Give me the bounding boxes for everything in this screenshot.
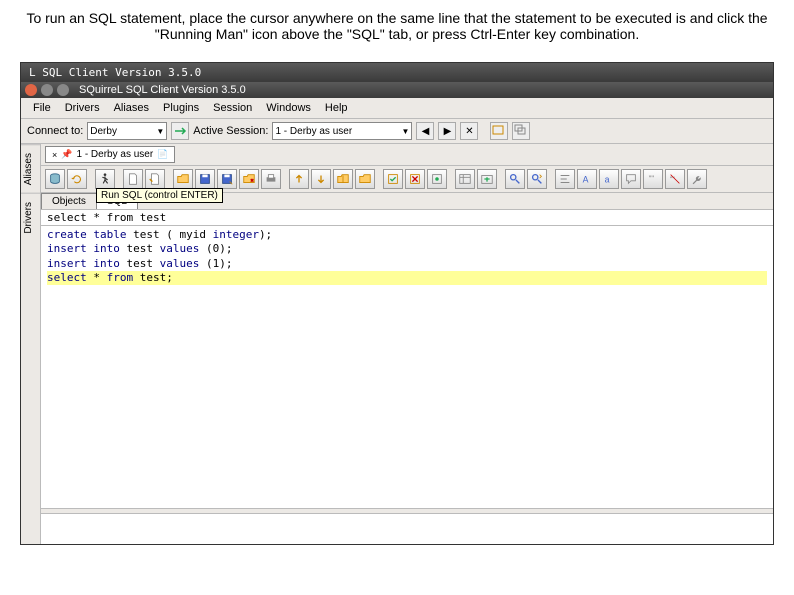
main-area: Aliases Drivers × 📌 1 - Derby as user 📄 … bbox=[21, 144, 773, 544]
bookmark-open-button[interactable] bbox=[355, 169, 375, 189]
doc-icon: 📄 bbox=[157, 149, 168, 160]
run-sql-button[interactable]: Run SQL (control ENTER) bbox=[95, 169, 115, 189]
chevron-down-icon: ▼ bbox=[402, 127, 410, 136]
code-line: insert into test values (1); bbox=[47, 257, 767, 271]
menu-bar: File Drivers Aliases Plugins Session Win… bbox=[21, 98, 773, 119]
app-window: L SQL Client Version 3.5.0 SQuirreL SQL … bbox=[20, 62, 774, 545]
lowercase-button[interactable]: a bbox=[599, 169, 619, 189]
doc-pin-icon[interactable]: 📌 bbox=[61, 149, 72, 160]
connect-value: Derby bbox=[90, 126, 117, 137]
print-button[interactable] bbox=[261, 169, 281, 189]
cascade-button[interactable] bbox=[512, 122, 530, 140]
window-title: SQuirreL SQL Client Version 3.5.0 bbox=[79, 84, 246, 96]
autocommit-button[interactable] bbox=[427, 169, 447, 189]
svg-text:a: a bbox=[605, 175, 610, 185]
sql-editor[interactable]: create table test ( myid integer); inser… bbox=[41, 226, 773, 508]
code-line-highlighted: select * from test; bbox=[47, 271, 767, 285]
connect-button[interactable] bbox=[171, 122, 189, 140]
format-button[interactable] bbox=[555, 169, 575, 189]
refresh-button[interactable] bbox=[67, 169, 87, 189]
menu-windows[interactable]: Windows bbox=[260, 100, 317, 116]
results-pane bbox=[41, 514, 773, 544]
svg-text:"": "" bbox=[670, 177, 675, 184]
menu-aliases[interactable]: Aliases bbox=[108, 100, 155, 116]
catalog-button[interactable] bbox=[45, 169, 65, 189]
new-file-button[interactable] bbox=[123, 169, 143, 189]
rollback-button[interactable] bbox=[405, 169, 425, 189]
comment-button[interactable] bbox=[621, 169, 641, 189]
run-sql-tooltip: Run SQL (control ENTER) bbox=[96, 188, 223, 203]
main-toolbar: Connect to: Derby ▼ Active Session: 1 - … bbox=[21, 119, 773, 144]
doc-tab[interactable]: × 📌 1 - Derby as user 📄 bbox=[45, 146, 175, 163]
minimize-icon[interactable] bbox=[41, 84, 53, 96]
menu-session[interactable]: Session bbox=[207, 100, 258, 116]
chevron-down-icon: ▼ bbox=[156, 127, 164, 136]
instruction-text: To run an SQL statement, place the curso… bbox=[0, 0, 794, 52]
close-icon[interactable]: × bbox=[52, 150, 57, 160]
doc-tab-bar: × 📌 1 - Derby as user 📄 bbox=[41, 144, 773, 166]
content-area: × 📌 1 - Derby as user 📄 Run SQL (control… bbox=[41, 144, 773, 544]
connect-combo[interactable]: Derby ▼ bbox=[87, 122, 167, 140]
prev-sql-button[interactable] bbox=[289, 169, 309, 189]
session-close-button[interactable]: ✕ bbox=[460, 122, 478, 140]
side-tabs: Aliases Drivers bbox=[21, 144, 41, 544]
find-button[interactable] bbox=[505, 169, 525, 189]
close-icon[interactable] bbox=[25, 84, 37, 96]
side-tab-aliases[interactable]: Aliases bbox=[21, 144, 40, 193]
menu-plugins[interactable]: Plugins bbox=[157, 100, 205, 116]
title-bar: SQuirreL SQL Client Version 3.5.0 bbox=[21, 82, 773, 98]
commit-button[interactable] bbox=[383, 169, 403, 189]
uppercase-button[interactable]: A bbox=[577, 169, 597, 189]
new-window-button[interactable] bbox=[490, 122, 508, 140]
new-tab-button[interactable] bbox=[477, 169, 497, 189]
close-file-button[interactable] bbox=[239, 169, 259, 189]
unquote-button[interactable]: "" bbox=[665, 169, 685, 189]
connect-label: Connect to: bbox=[27, 125, 83, 137]
append-file-button[interactable] bbox=[145, 169, 165, 189]
save-as-button[interactable] bbox=[217, 169, 237, 189]
menu-file[interactable]: File bbox=[27, 100, 57, 116]
tab-objects[interactable]: Objects bbox=[41, 193, 97, 209]
tools-button[interactable] bbox=[687, 169, 707, 189]
code-line: insert into test values (0); bbox=[47, 242, 767, 256]
session-value: 1 - Derby as user bbox=[275, 126, 352, 137]
save-file-button[interactable] bbox=[195, 169, 215, 189]
sql-toolbar: Run SQL (control ENTER) bbox=[41, 166, 773, 193]
history-button[interactable] bbox=[333, 169, 353, 189]
code-line: create table test ( myid integer); bbox=[47, 228, 767, 242]
sql-results-button[interactable] bbox=[455, 169, 475, 189]
replace-button[interactable] bbox=[527, 169, 547, 189]
query-input[interactable]: select * from test bbox=[41, 210, 773, 226]
menu-help[interactable]: Help bbox=[319, 100, 354, 116]
maximize-icon[interactable] bbox=[57, 84, 69, 96]
doc-tab-label: 1 - Derby as user bbox=[76, 149, 153, 160]
next-sql-button[interactable] bbox=[311, 169, 331, 189]
menu-drivers[interactable]: Drivers bbox=[59, 100, 106, 116]
svg-text:"": "" bbox=[649, 175, 655, 184]
session-next-button[interactable]: ▶ bbox=[438, 122, 456, 140]
session-combo[interactable]: 1 - Derby as user ▼ bbox=[272, 122, 412, 140]
quote-button[interactable]: "" bbox=[643, 169, 663, 189]
side-tab-drivers[interactable]: Drivers bbox=[21, 193, 40, 242]
session-label: Active Session: bbox=[193, 125, 268, 137]
open-file-button[interactable] bbox=[173, 169, 193, 189]
session-prev-button[interactable]: ◀ bbox=[416, 122, 434, 140]
svg-text:A: A bbox=[583, 175, 589, 185]
outer-title-bar: L SQL Client Version 3.5.0 bbox=[21, 63, 773, 82]
